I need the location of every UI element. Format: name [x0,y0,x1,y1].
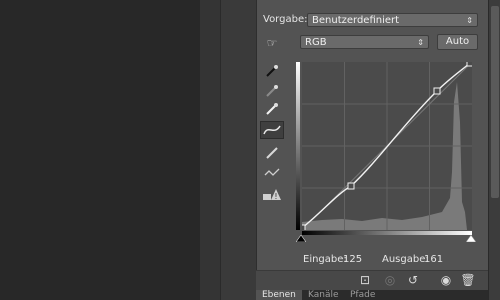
input-value[interactable]: 125 [343,254,362,265]
curve-icon[interactable] [260,121,284,139]
clip-to-layer-icon[interactable]: ⊡ [357,272,373,288]
tab-paths[interactable]: Pfade [344,290,381,300]
scrollbar-thumb[interactable] [491,6,499,198]
eyedropper-black-icon[interactable] [260,62,284,80]
smooth-icon-svg [264,168,280,176]
pencil-icon[interactable] [260,144,284,162]
warning-icon[interactable]: ! [260,186,284,204]
preset-label: Vorgabe: [263,14,308,25]
auto-button[interactable]: Auto [437,34,478,50]
curve-point[interactable] [466,59,474,67]
output-value[interactable]: 161 [424,254,443,265]
preset-select-value: Benutzerdefiniert [312,15,400,26]
panel-tabs: Ebenen Kanäle Pfade [256,290,488,300]
panel-gutter [200,0,220,300]
view-previous-state-icon[interactable]: ◎ [382,272,398,288]
svg-text:!: ! [274,192,277,201]
select-arrow-icon: ⇕ [417,38,424,47]
eyedropper-white-icon-svg [266,103,278,115]
curve-point[interactable] [298,224,306,232]
curve-point[interactable] [347,182,355,190]
input-label: Eingabe: [303,254,347,265]
curve-icon-svg [263,125,281,135]
black-point-slider[interactable] [296,235,306,242]
visibility-eye-icon[interactable]: ◉ [438,272,454,288]
curves-graph[interactable] [298,59,474,232]
channel-select-value: RGB [305,37,327,48]
smooth-icon[interactable] [260,164,284,182]
curves-graph-svg [298,59,474,232]
eyedropper-gray-icon[interactable] [260,82,284,100]
panel-separator [220,0,257,300]
select-arrow-icon: ⇕ [466,16,473,25]
trash-icon[interactable]: 🗑 [460,272,476,288]
document-canvas-area [0,0,200,300]
output-gradient-bar [296,62,300,230]
properties-scrollbar[interactable] [488,0,500,300]
tab-layers[interactable]: Ebenen [256,290,302,300]
warning-icon-svg: ! [263,189,281,201]
tab-channels[interactable]: Kanäle [302,290,345,300]
white-point-slider[interactable] [466,235,476,242]
input-gradient-bar [302,231,472,235]
eyedropper-gray-icon-svg [266,85,278,97]
hand-icon[interactable]: ☞ [260,34,284,52]
channel-select[interactable]: RGB ⇕ [300,35,429,49]
eyedropper-black-icon-svg [266,65,278,77]
curve-point[interactable] [433,87,441,95]
eyedropper-white-icon[interactable] [260,100,284,118]
reset-icon[interactable]: ↺ [405,272,421,288]
preset-select[interactable]: Benutzerdefiniert ⇕ [307,13,478,27]
output-label: Ausgabe: [382,254,429,265]
pencil-icon-svg [266,147,278,159]
